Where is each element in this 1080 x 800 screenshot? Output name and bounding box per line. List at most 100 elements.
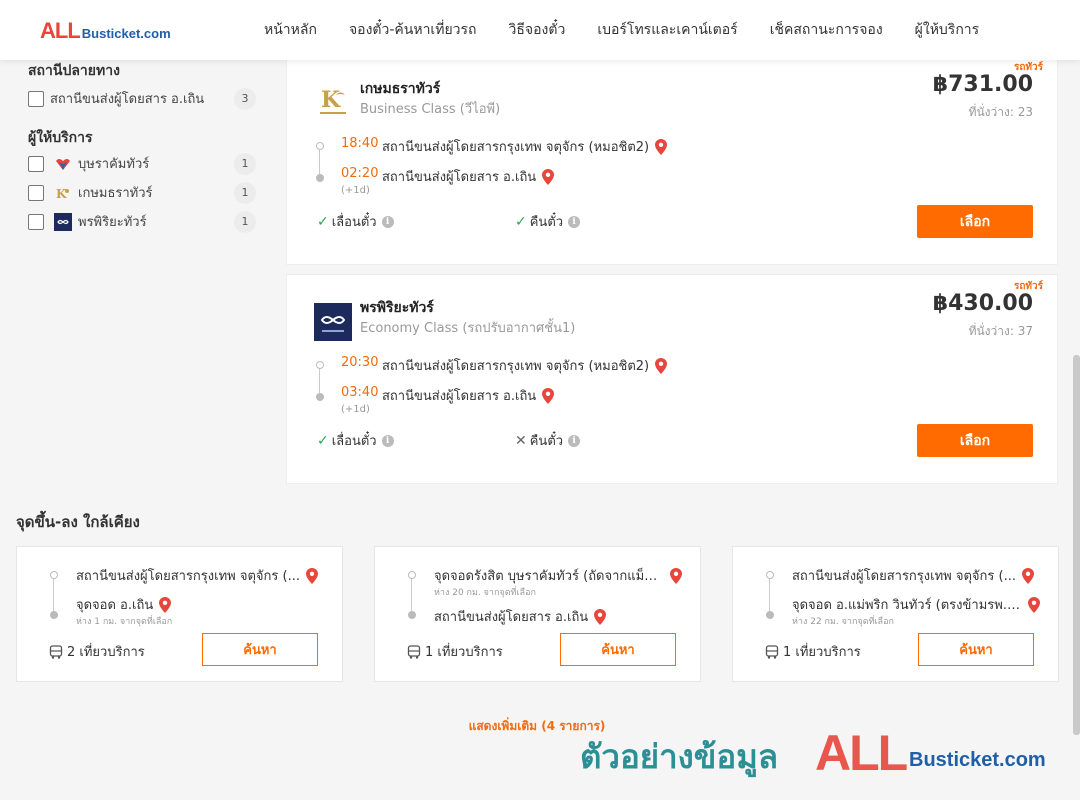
nearby-from: จุดจอดรังสิต บุษราคัมทัวร์ (ถัดจากแม็ค..…: [434, 565, 682, 586]
arrival-station-name: สถานีขนส่งผู้โดยสาร อ.เถิน: [382, 170, 537, 185]
info-icon[interactable]: i: [568, 215, 581, 228]
departure-station: สถานีขนส่งผู้โดยสารกรุงเทพ จตุจักร (หมอช…: [382, 355, 668, 376]
operator-filter-row[interactable]: K เกษมธราทัวร์ 1: [28, 178, 258, 207]
show-more-link[interactable]: แสดงเพิ่มเติม (4 รายการ): [0, 717, 1074, 736]
map-pin-icon[interactable]: [655, 357, 668, 374]
operator-filter-row[interactable]: พรพิริยะทัวร์ 1: [28, 207, 258, 236]
nearby-search-button[interactable]: ค้นหา: [202, 633, 318, 666]
operator-count: 1: [234, 152, 256, 175]
destination-filter-title: สถานีปลายทาง: [28, 63, 120, 79]
filter-sidebar: สถานีปลายทาง สถานีขนส่งผู้โดยสาร อ.เถิน …: [28, 60, 258, 236]
destination-filter-row[interactable]: สถานีขนส่งผู้โดยสาร อ.เถิน 3: [28, 84, 258, 113]
nav-operators[interactable]: ผู้ให้บริการ: [899, 19, 996, 41]
operator-filter-row[interactable]: บุษราคัมทัวร์ 1: [28, 149, 258, 178]
logo-busticket-text: Busticket.com: [81, 26, 171, 41]
nearby-trip-count: 2 เที่ยวบริการ: [49, 641, 145, 662]
departure-time: 20:30: [341, 355, 379, 370]
route-timeline: [49, 571, 59, 619]
nearby-trip-count: 1 เที่ยวบริการ: [765, 641, 861, 662]
nav-booking[interactable]: จองตั๋ว-ค้นหาเที่ยวรถ: [333, 19, 493, 41]
route-timeline: [407, 571, 417, 619]
trip-card: รถทัวร์ K เกษมธราทัวร์ Business Class (ว…: [286, 55, 1058, 265]
arrival-time: 02:20: [341, 166, 379, 181]
select-trip-button[interactable]: เลือก: [917, 424, 1033, 457]
nearby-trip-count: 1 เที่ยวบริการ: [407, 641, 503, 662]
map-pin-icon[interactable]: [542, 168, 555, 185]
map-pin-icon[interactable]: [159, 596, 172, 613]
timeline-line: [319, 150, 320, 174]
kasemthara-logo-icon: K: [54, 184, 72, 202]
watermark-logo-rest: Busticket.com: [909, 749, 1046, 771]
timeline-line: [769, 579, 770, 611]
timeline-end-dot: [408, 611, 416, 619]
nearby-from: สถานีขนส่งผู้โดยสารกรุงเทพ จตุจักร (...: [76, 565, 318, 586]
nearby-search-button[interactable]: ค้นหา: [560, 633, 676, 666]
nearby-search-button[interactable]: ค้นหา: [918, 633, 1034, 666]
logo-all-text: ALL: [40, 18, 81, 43]
timeline-start-dot: [316, 142, 324, 150]
nav-home[interactable]: หน้าหลัก: [248, 19, 333, 41]
nav-how-to-book[interactable]: วิธีจองตั๋ว: [493, 19, 582, 41]
nearby-route-card: สถานีขนส่งผู้โดยสารกรุงเทพ จตุจักร (... …: [732, 546, 1059, 682]
page-scrollbar[interactable]: [1073, 355, 1080, 735]
nearby-route-card: สถานีขนส่งผู้โดยสารกรุงเทพ จตุจักร (... …: [16, 546, 343, 682]
departure-station-name: สถานีขนส่งผู้โดยสารกรุงเทพ จตุจักร (หมอช…: [382, 140, 650, 155]
timeline-start-dot: [316, 361, 324, 369]
refund-label: คืนตั๋ว: [529, 434, 564, 449]
operator-checkbox[interactable]: [28, 155, 44, 172]
map-pin-icon[interactable]: [542, 387, 555, 404]
map-pin-icon[interactable]: [594, 608, 607, 625]
operator-label: เกษมธราทัวร์: [78, 186, 153, 201]
nearby-trip-count-text: 2 เที่ยวบริการ: [67, 645, 145, 660]
operator-checkbox[interactable]: [28, 184, 44, 201]
map-pin-icon[interactable]: [655, 138, 668, 155]
refund-policy: ✕ คืนตั๋ว i: [515, 430, 581, 451]
watermark-logo-all: ALL: [815, 725, 908, 781]
top-navbar: ALL Busticket.com หน้าหลัก จองตั๋ว-ค้นหา…: [0, 0, 1080, 60]
map-pin-icon[interactable]: [305, 567, 318, 584]
timeline-line: [319, 369, 320, 393]
pornpiriya-logo-icon: [314, 303, 352, 341]
nearby-route-card: จุดจอดรังสิต บุษราคัมทัวร์ (ถัดจากแม็ค..…: [374, 546, 701, 682]
operator-label: บุษราคัมทัวร์: [78, 157, 150, 172]
destination-label: สถานีขนส่งผู้โดยสาร อ.เถิน: [50, 92, 205, 107]
map-pin-icon[interactable]: [1021, 567, 1034, 584]
nearby-distance: ห่าง 20 กม. จากจุดที่เลือก: [434, 588, 536, 598]
timeline-start-dot: [50, 571, 58, 579]
operator-filter-title: ผู้ให้บริการ: [28, 130, 93, 146]
bus-class: Economy Class (รถปรับอากาศชั้น1): [360, 321, 576, 336]
info-icon[interactable]: i: [381, 215, 394, 228]
timeline-start-dot: [766, 571, 774, 579]
cross-icon: ✕: [515, 432, 527, 449]
info-icon[interactable]: i: [381, 434, 394, 447]
departure-station-name: สถานีขนส่งผู้โดยสารกรุงเทพ จตุจักร (หมอช…: [382, 359, 650, 374]
site-logo[interactable]: ALL Busticket.com: [40, 18, 171, 44]
timeline-end-dot: [316, 393, 324, 401]
watermark-sample-text: ตัวอย่างข้อมูล: [580, 737, 779, 776]
bus-icon: [49, 644, 63, 659]
arrival-station: สถานีขนส่งผู้โดยสาร อ.เถิน: [382, 385, 555, 406]
timeline-line: [53, 579, 54, 611]
nearby-trip-count-text: 1 เที่ยวบริการ: [783, 645, 861, 660]
bussarakam-logo-icon: [54, 155, 72, 173]
map-pin-icon[interactable]: [670, 567, 682, 584]
operator-label: พรพิริยะทัวร์: [78, 215, 147, 230]
kasemthara-logo-icon: K: [314, 83, 352, 121]
bus-icon: [765, 644, 779, 659]
info-icon[interactable]: i: [568, 434, 581, 447]
nearby-distance: ห่าง 1 กม. จากจุดที่เลือก: [76, 617, 173, 627]
nearby-to-name: จุดจอด อ.เถิน: [76, 598, 154, 613]
operator-checkbox[interactable]: [28, 213, 44, 230]
nearby-section-title: จุดขึ้น-ลง ใกล้เคียง: [16, 513, 140, 531]
select-trip-button[interactable]: เลือก: [917, 205, 1033, 238]
ticket-price: ฿731.00: [932, 72, 1033, 97]
check-icon: ✓: [317, 432, 329, 449]
destination-checkbox[interactable]: [28, 90, 44, 107]
timeline-end-dot: [50, 611, 58, 619]
nav-check-status[interactable]: เช็คสถานะการจอง: [754, 19, 899, 41]
nearby-to-name: สถานีขนส่งผู้โดยสาร อ.เถิน: [434, 610, 589, 625]
route-timeline: [315, 142, 325, 182]
map-pin-icon[interactable]: [1028, 596, 1040, 613]
nav-contacts[interactable]: เบอร์โทรและเคาน์เตอร์: [581, 19, 753, 41]
next-day-indicator: (+1d): [341, 404, 370, 415]
